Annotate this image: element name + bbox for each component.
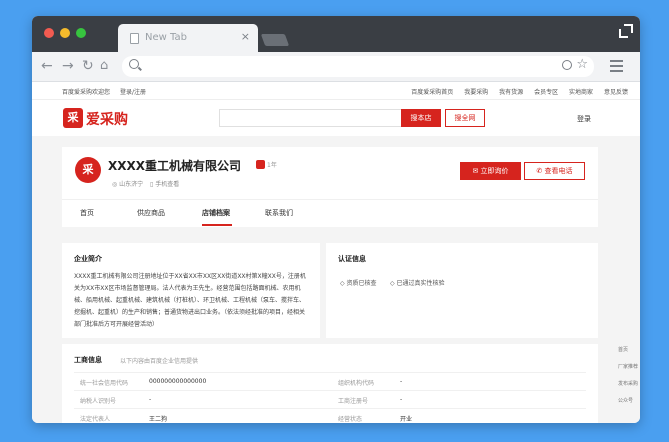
table-row: 法定代表人 王二狗 经营状态 开业	[74, 408, 586, 423]
inquiry-button[interactable]: ✉ 立即询价	[460, 162, 521, 180]
star-icon[interactable]: ☆	[576, 57, 588, 72]
field-value: -	[149, 396, 152, 403]
menu-icon[interactable]	[610, 60, 623, 75]
field-value: 000000000000000	[149, 378, 207, 385]
cert-item-authenticity: ◇ 已通过真实性核验	[390, 280, 445, 287]
cert-authenticity-text: 已通过真实性核验	[396, 280, 445, 287]
company-intro-card: 企业简介 XXXX重工机械有限公司注册地址位于XX省XX市XX区XX街道XX村第…	[62, 243, 320, 338]
field-label: 组织机构代码	[338, 380, 375, 387]
nav-link-supply[interactable]: 我有货源	[499, 89, 523, 96]
close-window-button[interactable]	[44, 28, 54, 38]
company-years: 1年	[267, 162, 277, 169]
tab-contact[interactable]: 联系我们	[265, 208, 293, 218]
minimize-window-button[interactable]	[60, 28, 70, 38]
zoom-icon[interactable]	[562, 60, 572, 70]
field-value: 开业	[400, 416, 413, 423]
field-label: 工商注册号	[338, 398, 369, 405]
top-nav-left: 百度爱采购欢迎您 登录/注册	[62, 87, 154, 96]
store-tabs: 首页 供应商品 店铺档案 联系我们	[62, 199, 598, 227]
tab-products[interactable]: 供应商品	[137, 208, 165, 218]
business-title: 工商信息	[74, 356, 102, 364]
table-row: 纳税人识别号 - 工商注册号 -	[74, 390, 586, 408]
field-value: -	[400, 396, 403, 403]
mobile-view-link[interactable]: ▯ 手机查看	[150, 179, 179, 188]
tab-title: New Tab	[145, 32, 187, 43]
field-label: 统一社会信用代码	[80, 380, 129, 387]
address-bar[interactable]: ☆	[122, 56, 594, 77]
side-link-recommend[interactable]: 厂家推荐	[618, 364, 640, 371]
reload-icon[interactable]: ↻	[82, 58, 94, 74]
company-name: XXXX重工机械有限公司	[108, 159, 242, 173]
logo-text: 爱采购	[86, 112, 128, 128]
back-arrow-icon[interactable]: ←	[41, 58, 53, 74]
browser-toolbar: ← → ↻ ⌂ ☆	[32, 52, 640, 82]
maximize-window-button[interactable]	[76, 28, 86, 38]
tab-close-icon[interactable]: ×	[241, 30, 250, 43]
side-link-post-purchase[interactable]: 发布采购	[618, 381, 640, 388]
expand-icon[interactable]	[619, 24, 633, 38]
search-icon	[129, 59, 139, 69]
search-input[interactable]	[219, 109, 405, 127]
active-tab-indicator	[202, 224, 232, 226]
site-header: 采 爱采购 搜本店 搜全网 登录	[32, 100, 640, 136]
page-icon	[130, 33, 139, 44]
verified-badge-icon	[256, 160, 265, 169]
certification-card: 认证信息 ◇ 资质已核查 ◇ 已通过真实性核验	[326, 243, 598, 338]
login-register-link[interactable]: 登录/注册	[120, 89, 146, 96]
nav-link-member[interactable]: 会员专区	[534, 89, 558, 96]
browser-tab[interactable]: New Tab ×	[118, 24, 258, 52]
search-all-button[interactable]: 搜全网	[445, 109, 485, 127]
cert-qualification-text: 资质已核查	[346, 280, 377, 287]
page-viewport: 百度爱采购欢迎您 登录/注册 百度爱采购首页 我要采购 我有货源 会员专区 实地…	[32, 82, 640, 423]
welcome-text: 百度爱采购欢迎您	[62, 89, 111, 96]
side-link-wechat[interactable]: 公众号	[618, 398, 640, 405]
company-location: ◎ 山东济宁	[112, 181, 144, 188]
logo-mark: 采	[63, 108, 83, 128]
nav-link-merchants[interactable]: 实地商家	[569, 89, 593, 96]
field-value: 王二狗	[149, 416, 168, 423]
inquiry-button-label: 立即询价	[480, 167, 509, 175]
intro-text: XXXX重工机械有限公司注册地址位于XX省XX市XX区XX街道XX村第X幢XX号…	[74, 273, 306, 328]
home-icon[interactable]: ⌂	[100, 58, 108, 74]
business-subtitle: 以下内容由百度企业信用提供	[120, 358, 199, 365]
location-text: 山东济宁	[119, 181, 144, 188]
business-info-card: 工商信息 以下内容由百度企业信用提供 统一社会信用代码 000000000000…	[62, 344, 598, 423]
table-row: 统一社会信用代码 000000000000000 组织机构代码 -	[74, 372, 586, 390]
login-link[interactable]: 登录	[577, 114, 591, 124]
side-link-home[interactable]: 首页	[618, 347, 640, 354]
browser-window: New Tab × ← → ↻ ⌂ ☆ 百度爱采购欢迎您 登录/注册 百度爱采购…	[32, 16, 640, 423]
new-tab-button[interactable]	[260, 34, 290, 46]
field-label: 法定代表人	[80, 416, 111, 423]
mobile-view-text: 手机查看	[155, 181, 180, 188]
tab-store-profile[interactable]: 店铺档案	[202, 208, 230, 218]
view-phone-button[interactable]: ✆ 查看电话	[524, 162, 585, 180]
tab-home[interactable]: 首页	[80, 208, 94, 218]
intro-title: 企业简介	[74, 255, 102, 263]
company-card: 采 XXXX重工机械有限公司 1年 ◎ 山东济宁 ▯ 手机查看 ✉ 立即询价 ✆…	[62, 147, 598, 227]
field-value: -	[400, 378, 403, 385]
field-label: 纳税人识别号	[80, 398, 117, 405]
cert-item-qualification: ◇ 资质已核查	[340, 280, 377, 287]
nav-link-home[interactable]: 百度爱采购首页	[411, 89, 453, 96]
forward-arrow-icon[interactable]: →	[62, 58, 74, 74]
cert-title: 认证信息	[338, 255, 366, 263]
top-nav-right: 百度爱采购首页 我要采购 我有货源 会员专区 实地商家 意见反馈	[402, 87, 628, 96]
company-logo: 采	[75, 157, 101, 183]
field-label: 经营状态	[338, 416, 363, 423]
top-nav: 百度爱采购欢迎您 登录/注册 百度爱采购首页 我要采购 我有货源 会员专区 实地…	[32, 82, 640, 100]
side-float-nav: 首页 厂家推荐 发布采购 公众号	[618, 347, 640, 415]
tab-bar: New Tab ×	[32, 16, 640, 52]
nav-link-purchase[interactable]: 我要采购	[464, 89, 488, 96]
search-store-button[interactable]: 搜本店	[401, 109, 441, 127]
view-phone-label: 查看电话	[544, 167, 573, 175]
nav-link-feedback[interactable]: 意见反馈	[604, 89, 628, 96]
